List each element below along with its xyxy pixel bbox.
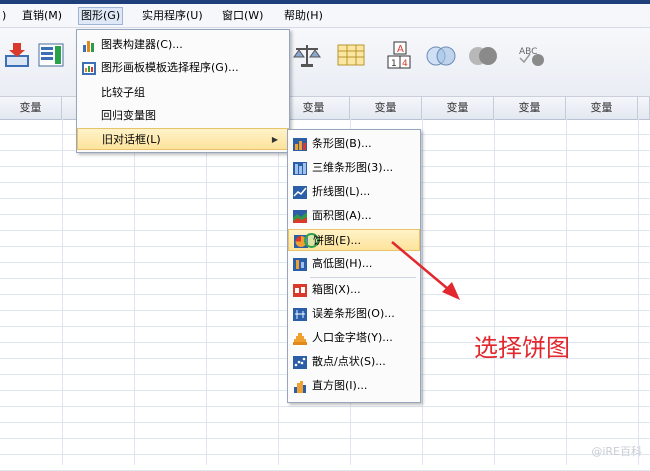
menu-help[interactable]: 帮助(H) [282,8,325,24]
area-chart-icon [293,209,307,223]
svg-text:A: A [397,44,404,55]
column-header[interactable]: 变量 [494,97,566,119]
value-labels-icon[interactable] [334,38,368,72]
bar-chart-icon [293,137,307,151]
error-bar-icon [293,307,307,321]
menu-direct-marketing[interactable]: 直销(M) [20,8,64,24]
area-chart-item[interactable]: 面积图(A)... [288,205,420,227]
weight-cases-icon[interactable] [290,38,324,72]
histogram-item[interactable]: 直方图(I)... [288,375,420,397]
line-chart-item[interactable]: 折线图(L)... [288,181,420,203]
column-divider [278,119,279,465]
boxplot-icon [293,283,307,297]
graphboard-template-item[interactable]: 图形画板模板选择程序(G)... [77,57,289,79]
table-row[interactable] [0,455,650,471]
chart-builder-icon [82,38,96,52]
bar-chart-item[interactable]: 条形图(B)... [288,133,420,155]
menu-item-partial[interactable]: ) [0,8,8,24]
split-file-icon[interactable]: A14 [382,38,416,72]
3d-bar-chart-item[interactable]: 三维条形图(3)... [288,157,420,179]
chart-builder-item[interactable]: 图表构建器(C)... [77,34,289,56]
table-row[interactable] [0,439,650,455]
column-header[interactable]: 变量 [422,97,494,119]
spell-check-icon[interactable]: ABC [516,38,550,72]
compare-subgroups-item[interactable]: 比较子组 [77,82,289,104]
annotation-text: 选择饼图 [474,334,570,362]
show-all-variables-icon[interactable] [466,38,500,72]
3d-bar-chart-icon [293,161,307,175]
use-sets-icon[interactable] [424,38,458,72]
column-divider [134,119,135,465]
regression-variable-plots-item[interactable]: 回归变量图 [77,105,289,127]
scatter-icon [293,355,307,369]
high-low-chart-icon [293,257,307,271]
population-pyramid-item[interactable]: 人口金字塔(Y)... [288,327,420,349]
column-divider [62,119,63,465]
column-header-partial[interactable] [638,97,650,119]
table-row[interactable] [0,407,650,423]
column-divider [638,119,639,465]
histogram-icon [293,379,307,393]
line-chart-icon [293,185,307,199]
submenu-arrow-icon: ▶ [271,135,278,144]
population-pyramid-icon [293,331,307,345]
column-divider [206,119,207,465]
table-row[interactable] [0,423,650,439]
column-header[interactable]: 变量 [350,97,422,119]
legacy-dialogs-item[interactable]: 旧对话框(L) ▶ [77,128,289,150]
graphboard-icon [82,61,96,75]
annotation-arrow-icon [391,241,460,300]
scatter-dot-item[interactable]: 散点/点状(S)... [288,351,420,373]
column-divider [566,119,567,465]
svg-text:4: 4 [402,59,408,69]
svg-text:1: 1 [391,59,397,69]
column-divider [494,119,495,465]
column-header[interactable]: 变量 [566,97,638,119]
menu-window[interactable]: 窗口(W) [220,8,265,24]
menu-bar: ) 直销(M) 图形(G) 实用程序(U) 窗口(W) 帮助(H) [0,4,650,28]
menu-utilities[interactable]: 实用程序(U) [140,8,205,24]
watermark: @iRE百科 [591,445,642,458]
column-header[interactable]: 变量 [0,97,62,119]
graphs-menu: 图表构建器(C)... 图形画板模板选择程序(G)... 比较子组 回归变量图 … [76,29,290,153]
variables-icon[interactable] [34,38,68,72]
import-data-icon[interactable] [0,38,34,72]
menu-graphs[interactable]: 图形(G) [78,7,124,25]
